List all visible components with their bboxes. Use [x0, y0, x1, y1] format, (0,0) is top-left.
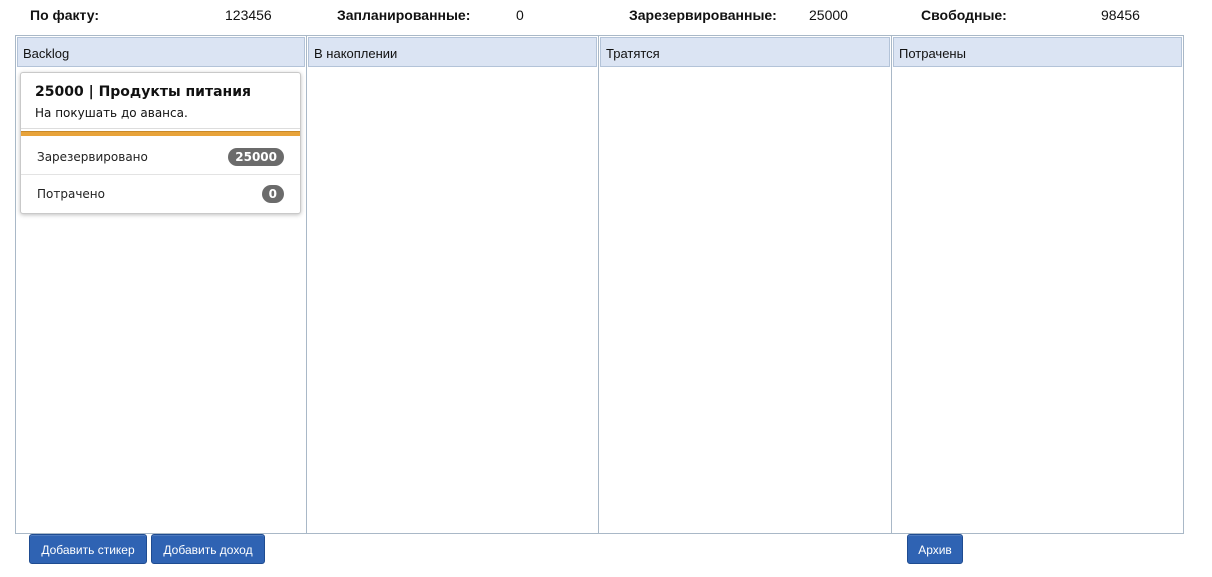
- column-spending: Тратятся: [599, 36, 892, 533]
- archive-button[interactable]: Архив: [907, 534, 963, 564]
- card-row-spent: Потрачено 0: [21, 176, 300, 212]
- budget-summary: По факту: 123456 Запланированные: 0 Заре…: [0, 0, 1212, 30]
- sticker-card[interactable]: 25000 | Продукты питания На покушать до …: [20, 72, 301, 214]
- column-spent: Потрачены: [892, 36, 1183, 533]
- free-label: Свободные:: [921, 7, 1007, 23]
- spent-row-label: Потрачено: [37, 187, 105, 201]
- kanban-board: Backlog 25000 | Продукты питания На поку…: [15, 35, 1184, 534]
- column-header-spending: Тратятся: [600, 37, 890, 67]
- fact-label: По факту:: [30, 7, 100, 23]
- reserved-row-label: Зарезервировано: [37, 150, 148, 164]
- column-header-backlog: Backlog: [17, 37, 305, 67]
- spent-badge: 0: [261, 185, 284, 203]
- planned-value: 0: [516, 7, 524, 23]
- planned-label: Запланированные:: [337, 7, 471, 23]
- column-accumulating: В накоплении: [307, 36, 599, 533]
- add-sticker-button[interactable]: Добавить стикер: [29, 534, 147, 564]
- reserved-label: Зарезервированные:: [629, 7, 777, 23]
- card-description: На покушать до аванса.: [35, 106, 188, 120]
- column-header-accumulating: В накоплении: [308, 37, 597, 67]
- card-title: 25000 | Продукты питания: [35, 84, 252, 100]
- card-row-reserved: Зарезервировано 25000: [21, 139, 300, 175]
- reserved-value: 25000: [809, 7, 848, 23]
- column-header-spent: Потрачены: [893, 37, 1182, 67]
- add-income-button[interactable]: Добавить доход: [151, 534, 265, 564]
- fact-value: 123456: [225, 7, 272, 23]
- card-accent-bar: [21, 131, 300, 136]
- reserved-badge: 25000: [228, 148, 284, 166]
- card-divider: [21, 128, 300, 129]
- column-backlog: Backlog 25000 | Продукты питания На поку…: [16, 36, 307, 533]
- free-value: 98456: [1101, 7, 1140, 23]
